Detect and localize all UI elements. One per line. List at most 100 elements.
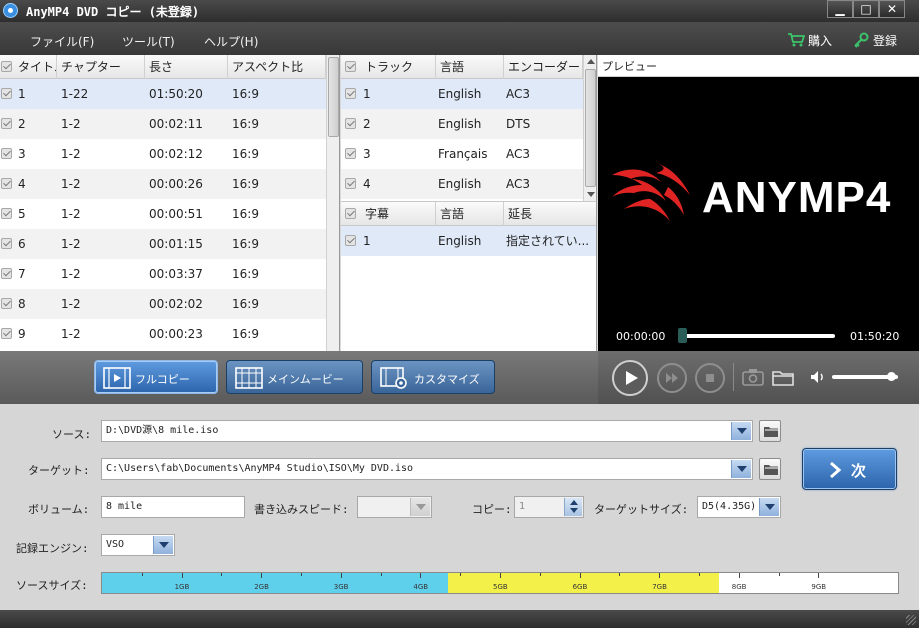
table-row[interactable]: 1 1-22 01:50:20 16:9 xyxy=(0,79,326,109)
source-select[interactable]: D:\DVD源\8 mile.iso xyxy=(101,420,753,442)
title-checkbox[interactable] xyxy=(1,178,12,189)
table-row[interactable]: 1 English 指定されてい... xyxy=(341,226,596,256)
play-button[interactable] xyxy=(612,360,648,396)
track-list-scrollbar[interactable] xyxy=(583,55,596,201)
capacity-tick-minor xyxy=(380,573,382,576)
column-encoder[interactable]: エンコーダー xyxy=(504,55,583,79)
title-checkbox[interactable] xyxy=(1,208,12,219)
seek-bar[interactable] xyxy=(682,334,835,338)
source-browse-button[interactable] xyxy=(759,420,781,442)
column-language[interactable]: 言語 xyxy=(436,55,504,79)
target-browse-button[interactable] xyxy=(759,458,781,480)
fast-forward-button[interactable] xyxy=(657,363,687,393)
window-title: AnyMP4 DVD コピー (未登録) xyxy=(26,5,200,19)
table-row[interactable]: 9 1-2 00:00:23 16:9 xyxy=(0,319,326,349)
camera-icon[interactable] xyxy=(742,368,764,386)
title-checkbox[interactable] xyxy=(1,88,12,99)
table-row[interactable]: 3 Français AC3 xyxy=(341,139,583,169)
capacity-tick-label: 5GB xyxy=(493,583,508,591)
title-checkbox[interactable] xyxy=(1,148,12,159)
subtitle-checkbox[interactable] xyxy=(345,235,356,246)
scroll-down-icon[interactable] xyxy=(587,192,595,197)
title-list: タイトル チャプター 長さ アスペクト比 1 1-22 01:50:20 16:9 2 1… xyxy=(0,55,340,351)
close-button[interactable]: ✕ xyxy=(879,0,905,18)
engine-dropdown-icon[interactable] xyxy=(153,536,173,554)
table-row[interactable]: 1 English AC3 xyxy=(341,79,583,109)
full-copy-button[interactable]: フルコピー xyxy=(94,360,218,394)
target-select[interactable]: C:\Users\fab\Documents\AnyMP4 Studio\ISO… xyxy=(101,458,753,480)
title-aspect: 16:9 xyxy=(232,297,259,311)
copies-spin-icon[interactable] xyxy=(564,498,582,516)
column-length[interactable]: 長さ xyxy=(145,55,228,79)
stop-button[interactable] xyxy=(695,363,725,393)
table-row[interactable]: 2 1-2 00:02:11 16:9 xyxy=(0,109,326,139)
column-extension[interactable]: 延長 xyxy=(504,202,596,226)
resize-grip-icon[interactable] xyxy=(906,615,916,625)
customize-button[interactable]: カスタマイズ xyxy=(371,360,495,394)
capacity-tick xyxy=(340,573,342,578)
title-checkbox[interactable] xyxy=(1,298,12,309)
track-checkbox[interactable] xyxy=(345,178,356,189)
title-list-scrollbar[interactable] xyxy=(326,55,339,351)
subtitle-extension: 指定されてい... xyxy=(506,234,590,248)
title-checkbox[interactable] xyxy=(1,238,12,249)
customize-label: カスタマイズ xyxy=(414,373,480,386)
title-checkbox[interactable] xyxy=(1,268,12,279)
column-aspect[interactable]: アスペクト比 xyxy=(228,55,326,79)
register-button[interactable]: 登録 xyxy=(853,32,897,49)
select-all-titles-checkbox[interactable] xyxy=(1,61,12,72)
column-chapters[interactable]: チャプター xyxy=(57,55,145,79)
table-row[interactable]: 6 1-2 00:01:15 16:9 xyxy=(0,229,326,259)
track-checkbox[interactable] xyxy=(345,118,356,129)
column-title[interactable]: タイトル xyxy=(14,55,57,79)
title-aspect: 16:9 xyxy=(232,327,259,341)
minimize-button[interactable]: ▁ xyxy=(827,0,853,18)
title-number: 1 xyxy=(18,87,26,101)
table-row[interactable]: 4 English AC3 xyxy=(341,169,583,199)
column-track[interactable]: トラック xyxy=(361,55,436,79)
track-checkbox[interactable] xyxy=(345,88,356,99)
table-row[interactable]: 7 1-2 00:03:37 16:9 xyxy=(0,259,326,289)
volume-icon[interactable] xyxy=(810,370,826,384)
track-list-scroll-thumb[interactable] xyxy=(585,69,596,187)
table-row[interactable]: 8 1-2 00:02:02 16:9 xyxy=(0,289,326,319)
table-row[interactable]: 3 1-2 00:02:12 16:9 xyxy=(0,139,326,169)
next-button[interactable]: 次 xyxy=(802,448,897,490)
volume-handle[interactable] xyxy=(887,372,897,381)
title-number: 2 xyxy=(18,117,26,131)
select-all-subtitles-checkbox[interactable] xyxy=(345,208,356,219)
write-speed-dropdown-icon[interactable] xyxy=(410,498,430,516)
engine-select[interactable]: VSO xyxy=(101,534,175,556)
source-dropdown-icon[interactable] xyxy=(731,422,751,440)
target-dropdown-icon[interactable] xyxy=(731,460,751,478)
snapshot-folder-icon[interactable] xyxy=(772,369,794,386)
main-movie-button[interactable]: メインムービー xyxy=(226,360,363,394)
table-row[interactable]: 5 1-2 00:00:51 16:9 xyxy=(0,199,326,229)
select-all-tracks-checkbox[interactable] xyxy=(345,61,356,72)
track-checkbox[interactable] xyxy=(345,148,356,159)
copies-value: 1 xyxy=(519,501,526,512)
copies-stepper[interactable]: 1 xyxy=(514,496,584,518)
title-checkbox[interactable] xyxy=(1,328,12,339)
next-label: 次 xyxy=(851,462,867,480)
volume-name-input[interactable]: 8 mile xyxy=(101,496,245,518)
menu-file[interactable]: ファイル(F) xyxy=(30,33,94,50)
seek-handle[interactable] xyxy=(678,328,687,343)
track-number: 2 xyxy=(363,117,371,131)
column-subtitle[interactable]: 字幕 xyxy=(361,202,436,226)
target-size-dropdown-icon[interactable] xyxy=(759,498,779,516)
scroll-up-icon[interactable] xyxy=(587,59,595,64)
track-list-header: トラック 言語 エンコーダー xyxy=(341,55,583,79)
menu-tools[interactable]: ツール(T) xyxy=(122,33,175,50)
buy-button[interactable]: 購入 xyxy=(787,32,832,49)
table-row[interactable]: 4 1-2 00:00:26 16:9 xyxy=(0,169,326,199)
source-size-label: ソースサイズ: xyxy=(16,579,88,592)
menu-help[interactable]: ヘルプ(H) xyxy=(204,33,258,50)
target-size-select[interactable]: D5(4.35G) xyxy=(697,496,781,518)
title-checkbox[interactable] xyxy=(1,118,12,129)
write-speed-select[interactable] xyxy=(357,496,432,518)
column-sub-language[interactable]: 言語 xyxy=(436,202,504,226)
maximize-button[interactable]: □ xyxy=(853,0,879,18)
table-row[interactable]: 2 English DTS xyxy=(341,109,583,139)
title-list-scroll-thumb[interactable] xyxy=(328,57,339,137)
